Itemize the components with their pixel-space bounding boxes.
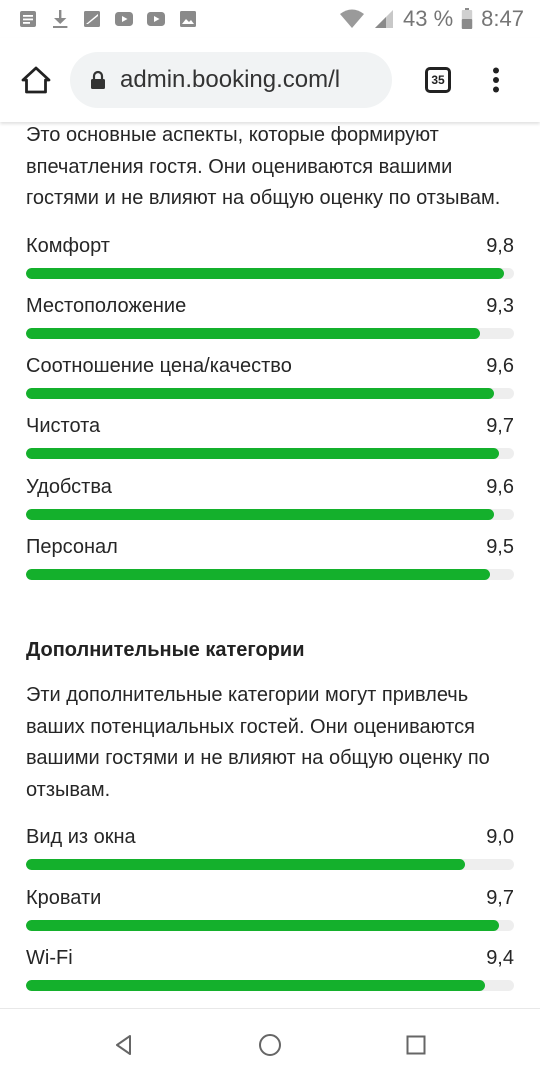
system-indicators: 43 % 8:47 (339, 6, 524, 32)
battery-percent: 43 % (403, 6, 454, 31)
tab-switcher-button[interactable]: 35 (416, 58, 460, 102)
url-text: admin.booking.com/l (120, 66, 341, 93)
home-icon (21, 66, 51, 94)
browser-toolbar: admin.booking.com/l 35 (0, 38, 540, 122)
battery-icon (461, 8, 473, 30)
home-circle-icon (259, 1033, 281, 1056)
rating-bar-fill (26, 508, 495, 520)
recents-square-icon (406, 1035, 426, 1054)
rating-row: Комфорт 9,8 (26, 231, 514, 291)
rating-bar-track (26, 327, 514, 339)
rating-score: 9,8 (486, 234, 514, 257)
youtube-icon (146, 9, 166, 29)
download-icon (50, 9, 70, 29)
address-bar[interactable]: admin.booking.com/l (70, 52, 392, 108)
notes-icon (18, 9, 38, 29)
back-button[interactable] (106, 1027, 142, 1063)
rating-row: Вид из окна 9,0 (26, 822, 514, 882)
rating-bar-track (26, 267, 514, 279)
rating-bar-fill (26, 388, 495, 400)
rating-row: Wi-Fi 9,4 (26, 943, 514, 1003)
youtube-icon (114, 9, 134, 29)
recents-button[interactable] (398, 1027, 434, 1063)
rating-label: Местоположение (26, 294, 187, 317)
rating-header: Удобства 9,6 (26, 472, 514, 502)
rating-bar-track (26, 388, 514, 400)
rating-label: Соотношение цена/качество (26, 355, 292, 378)
rating-header: Вид из окна 9,0 (26, 822, 514, 852)
rating-score: 9,6 (486, 475, 514, 498)
rating-bar-fill (26, 919, 500, 931)
intro-text: Это основные аспекты, которые формируют … (26, 124, 501, 209)
rating-score: 9,6 (486, 355, 514, 378)
rating-label: Персонал (26, 535, 118, 558)
rating-header: Местоположение 9,3 (26, 291, 514, 321)
status-bar: 43 % 8:47 (0, 0, 540, 38)
more-vert-icon (493, 67, 499, 93)
rating-score: 9,7 (486, 886, 514, 909)
rating-header: Комфорт 9,8 (26, 231, 514, 261)
rating-bar-track (26, 568, 514, 580)
rating-header: Соотношение цена/качество 9,6 (26, 351, 514, 381)
extra-ratings-list: Вид из окна 9,0 Кровати 9,7 Wi-Fi 9,4 (26, 822, 514, 1003)
rating-row: Удобства 9,6 (26, 472, 514, 532)
rating-header: Кровати 9,7 (26, 883, 514, 913)
rating-score: 9,0 (486, 826, 514, 849)
rating-header: Персонал 9,5 (26, 532, 514, 562)
home-nav-button[interactable] (252, 1027, 288, 1063)
rating-bar-track (26, 448, 514, 460)
rating-bar-track (26, 919, 514, 931)
rating-bar-fill (26, 448, 500, 460)
system-nav-bar (0, 1008, 540, 1080)
rating-row: Чистота 9,7 (26, 411, 514, 471)
clock: 8:47 (481, 6, 524, 31)
rating-label: Удобства (26, 475, 112, 498)
signal-icon (373, 8, 395, 30)
back-triangle-icon (116, 1034, 131, 1055)
rating-bar-track (26, 859, 514, 871)
ratings-list: Комфорт 9,8 Местоположение 9,3 Соотношение ц… (26, 231, 514, 593)
image-broken-icon (82, 9, 102, 29)
rating-label: Вид из окна (26, 826, 136, 849)
wifi-icon (339, 8, 365, 30)
rating-row: Кровати 9,7 (26, 883, 514, 943)
rating-score: 9,5 (486, 535, 514, 558)
rating-header: Wi-Fi 9,4 (26, 943, 514, 973)
overflow-menu-button[interactable] (474, 58, 518, 102)
rating-row: Местоположение 9,3 (26, 291, 514, 351)
tabs-count: 35 (425, 67, 451, 93)
home-button[interactable] (14, 58, 58, 102)
extra-categories-title: Дополнительные категории (26, 639, 305, 662)
rating-header: Чистота 9,7 (26, 411, 514, 441)
notification-icons (18, 9, 198, 29)
rating-bar-track (26, 508, 514, 520)
rating-bar-fill (26, 568, 490, 580)
rating-row: Соотношение цена/качество 9,6 (26, 351, 514, 411)
rating-label: Wi-Fi (26, 946, 73, 969)
rating-bar-fill (26, 979, 485, 991)
rating-label: Чистота (26, 415, 101, 438)
page-content[interactable]: Это основные аспекты, которые формируют … (0, 122, 540, 1008)
rating-bar-fill (26, 267, 505, 279)
rating-score: 9,3 (486, 294, 514, 317)
extra-categories-text: Эти дополнительные категории могут привл… (26, 684, 490, 801)
rating-bar-fill (26, 327, 480, 339)
rating-bar-track (26, 979, 514, 991)
rating-score: 9,4 (486, 946, 514, 969)
rating-row: Персонал 9,5 (26, 532, 514, 592)
gallery-icon (178, 9, 198, 29)
rating-score: 9,7 (486, 415, 514, 438)
rating-bar-fill (26, 859, 466, 871)
lock-icon (90, 70, 106, 90)
rating-label: Кровати (26, 886, 102, 909)
rating-label: Комфорт (26, 234, 110, 257)
